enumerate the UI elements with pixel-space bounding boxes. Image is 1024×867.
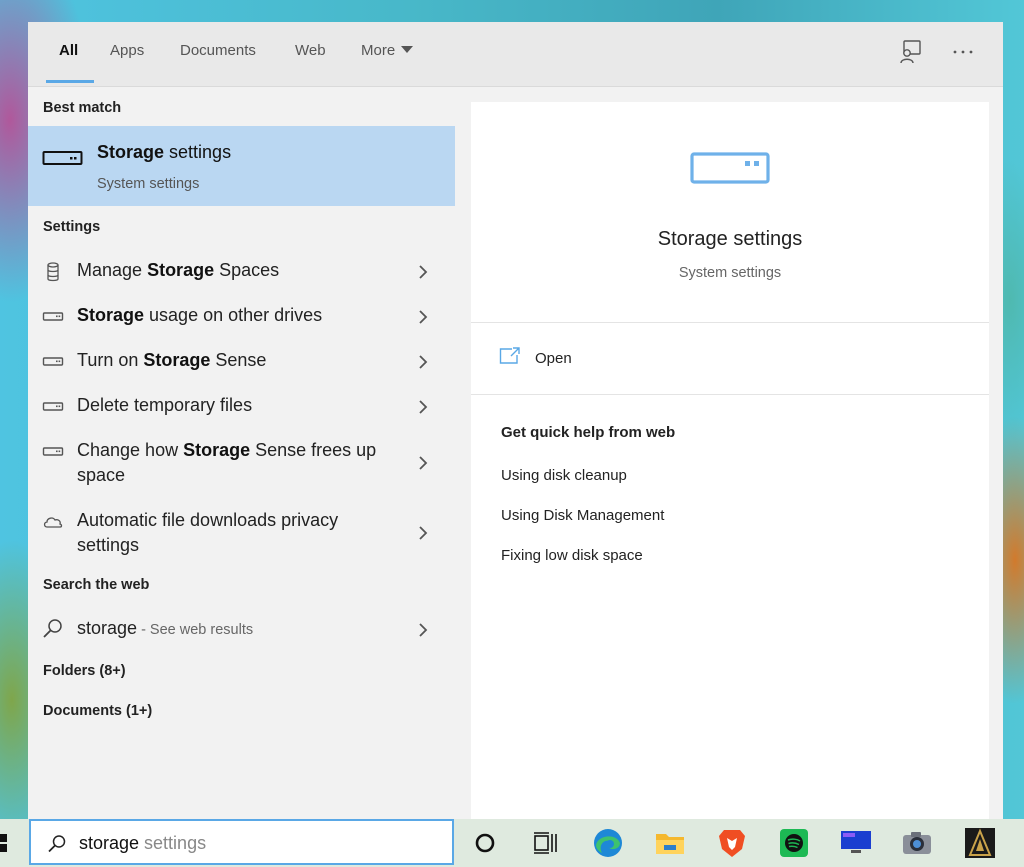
task-view-icon[interactable] (527, 825, 563, 861)
tab-all[interactable]: All (59, 42, 78, 59)
open-window-icon (499, 346, 521, 366)
taskbar: storage settings (0, 819, 1024, 867)
spotify-icon[interactable] (776, 825, 812, 861)
monitor-icon[interactable] (838, 825, 874, 861)
search-icon (42, 618, 64, 640)
documents-header[interactable]: Documents (1+) (43, 703, 152, 719)
settings-header: Settings (43, 219, 101, 235)
drive-icon (42, 441, 64, 463)
divider (471, 322, 989, 323)
best-match-storage-settings[interactable]: Storage settings System settings (28, 126, 455, 206)
preview-title: Storage settings (657, 228, 803, 250)
setting-label: Change how Storage Sense frees up space (77, 440, 377, 485)
cortana-icon[interactable] (467, 825, 503, 861)
setting-label: Automatic file downloads privacy setting… (77, 510, 339, 555)
active-tab-indicator (46, 80, 94, 83)
setting-delete-temporary-files[interactable]: Delete temporary files (28, 392, 455, 432)
divider (471, 394, 989, 395)
game-icon[interactable] (962, 825, 998, 861)
chevron-right-icon (416, 354, 430, 369)
setting-label: Delete temporary files (77, 395, 253, 415)
search-query-text: storage settings (79, 833, 207, 853)
taskbar-search-box[interactable]: storage settings (29, 819, 454, 865)
file-explorer-icon[interactable] (652, 825, 688, 861)
cloud-icon (42, 511, 64, 533)
search-web-header: Search the web (43, 577, 150, 593)
tab-documents[interactable]: Documents (180, 42, 256, 59)
brave-icon[interactable] (714, 825, 750, 861)
chevron-right-icon (416, 264, 430, 279)
chevron-right-icon (416, 309, 430, 324)
chevron-right-icon (416, 455, 430, 470)
drive-icon (42, 148, 84, 168)
search-icon (47, 834, 67, 854)
best-match-header: Best match (43, 100, 122, 116)
preview-subtitle: System settings (678, 265, 782, 281)
web-search-result[interactable]: storage - See web results (28, 615, 455, 655)
drive-icon (42, 306, 64, 328)
chevron-right-icon (416, 399, 430, 414)
help-link-low-disk-space[interactable]: Fixing low disk space (501, 547, 643, 564)
open-label: Open (535, 350, 572, 367)
tab-web[interactable]: Web (295, 42, 326, 59)
search-tabs-bar: All Apps Documents Web More (28, 22, 1003, 87)
tab-apps[interactable]: Apps (110, 42, 144, 59)
edge-icon[interactable] (590, 825, 626, 861)
tab-more-label: More (361, 42, 396, 59)
best-match-title: Storage settings (97, 142, 232, 162)
feedback-icon[interactable] (898, 38, 924, 66)
setting-storage-usage-other-drives[interactable]: Storage usage on other drives (28, 302, 455, 342)
results-pane: Best match Storage settings System setti… (28, 87, 455, 819)
setting-label: Storage usage on other drives (77, 305, 323, 325)
help-link-disk-cleanup[interactable]: Using disk cleanup (501, 467, 627, 484)
drive-icon (689, 150, 771, 186)
setting-change-storage-sense[interactable]: Change how Storage Sense frees up space (28, 437, 455, 497)
caret-down-icon (401, 46, 414, 53)
storage-spaces-icon (42, 261, 64, 283)
setting-automatic-file-downloads[interactable]: Automatic file downloads privacy setting… (28, 507, 455, 567)
setting-manage-storage-spaces[interactable]: Manage Storage Spaces (28, 257, 455, 297)
drive-icon (42, 351, 64, 373)
chevron-right-icon (416, 622, 430, 637)
setting-label: Turn on Storage Sense (77, 350, 267, 370)
setting-turn-on-storage-sense[interactable]: Turn on Storage Sense (28, 347, 455, 387)
drive-icon (42, 396, 64, 418)
more-options-icon[interactable] (950, 38, 976, 66)
setting-label: Manage Storage Spaces (77, 260, 280, 280)
folders-header[interactable]: Folders (8+) (43, 663, 126, 679)
open-action[interactable]: Open (499, 342, 699, 376)
tab-more[interactable]: More (361, 42, 414, 59)
quick-help-title: Get quick help from web (501, 424, 676, 441)
preview-pane: Storage settings System settings Open Ge… (471, 102, 989, 819)
search-window: All Apps Documents Web More Best match S… (28, 22, 1003, 819)
camera-icon[interactable] (899, 825, 935, 861)
windows-start-icon[interactable] (0, 831, 14, 855)
help-link-disk-management[interactable]: Using Disk Management (501, 507, 664, 524)
best-match-subtitle: System settings (97, 176, 200, 192)
web-search-label: storage - See web results (77, 618, 254, 638)
chevron-right-icon (416, 525, 430, 540)
